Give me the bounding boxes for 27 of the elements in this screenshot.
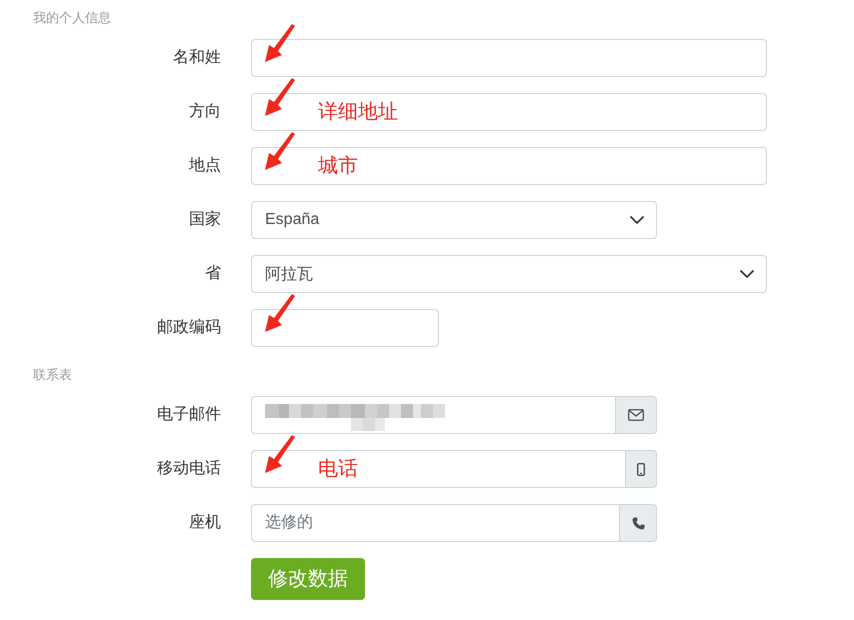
text-input[interactable] — [251, 39, 767, 77]
mail-icon — [628, 409, 644, 421]
phone-input[interactable]: 选修的 — [251, 504, 620, 542]
field-label: 座机 — [189, 513, 221, 533]
field-label: 省 — [205, 264, 221, 284]
field-label: 名和姓 — [173, 48, 221, 68]
chevron-down-icon — [740, 270, 754, 278]
phone-icon — [632, 516, 644, 530]
text-input[interactable] — [251, 147, 767, 185]
select-field[interactable]: España — [251, 201, 657, 239]
section-heading: 联系表 — [33, 367, 72, 383]
smartphone-icon — [637, 462, 645, 476]
mobile-input[interactable] — [251, 450, 626, 488]
annotation-note: 城市 — [318, 154, 358, 178]
field-label: 电子邮件 — [157, 405, 221, 425]
field-label: 移动电话 — [157, 459, 221, 479]
field-label: 地点 — [189, 156, 221, 176]
select-field[interactable]: 阿拉瓦 — [251, 255, 767, 293]
chevron-down-icon — [630, 216, 644, 224]
field-label: 国家 — [189, 210, 221, 230]
field-label: 邮政编码 — [157, 318, 221, 338]
text-input[interactable] — [251, 93, 767, 131]
field-label: 方向 — [189, 102, 221, 122]
annotation-note: 详细地址 — [318, 100, 398, 124]
text-input[interactable] — [251, 309, 439, 347]
annotation-note: 电话 — [318, 457, 358, 481]
section-heading: 我的个人信息 — [33, 10, 111, 26]
